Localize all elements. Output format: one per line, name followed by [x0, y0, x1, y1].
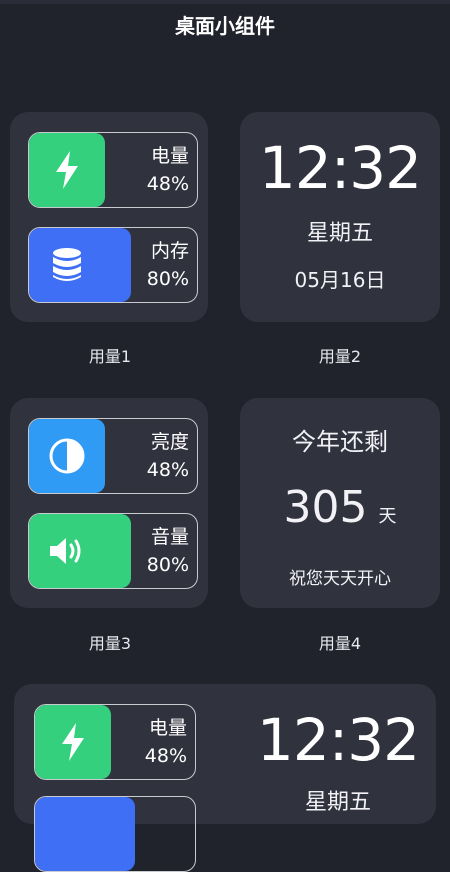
countdown-unit: 天 [378, 506, 397, 527]
clock-time-2: 12:32 [256, 706, 420, 774]
lightning-icon [35, 705, 111, 779]
brightness-value: 48% [146, 459, 189, 481]
volume-label: 音量 [150, 526, 189, 548]
clock-weekday: 星期五 [306, 221, 373, 246]
memory-value: 80% [146, 268, 189, 290]
countdown-title: 今年还剩 [292, 428, 388, 456]
countdown-note: 祝您天天开心 [289, 569, 391, 589]
lightning-icon [29, 133, 105, 207]
brightness-meter: 亮度 48% [28, 418, 198, 494]
clock-time: 12:32 [258, 134, 422, 202]
clock-weekday-2: 星期五 [304, 790, 371, 815]
battery-meter: 电量 48% [28, 132, 198, 208]
clock-widget[interactable]: 12:32 星期五 05月16日 [240, 112, 440, 322]
brightness-label: 亮度 [150, 431, 189, 453]
secondary-meter-2 [34, 796, 196, 872]
brightness-icon [29, 419, 105, 493]
battery-label: 电量 [150, 145, 189, 167]
battery-value: 48% [146, 173, 189, 195]
widget-caption-3: 用量3 [88, 634, 132, 653]
status-bar-strip [0, 0, 450, 4]
battery-meter-2: 电量 48% [34, 704, 196, 780]
widget-caption-1: 用量1 [88, 347, 132, 366]
countdown-value: 305 天 [240, 482, 440, 533]
memory-meter: 内存 80% [28, 227, 198, 303]
usage-widget-1[interactable]: 电量 48% 内存 80% [10, 112, 208, 322]
combo-widget[interactable]: 电量 48% 12:32 星期五 [14, 684, 436, 872]
database-icon [29, 228, 105, 302]
clock-date: 05月16日 [294, 268, 386, 292]
usage-widget-3[interactable]: 亮度 48% 音量 80% [10, 398, 208, 608]
year-countdown-widget[interactable]: 今年还剩 305 天 祝您天天开心 [240, 398, 440, 608]
page-title: 桌面小组件 [175, 14, 275, 38]
countdown-days: 305 [283, 482, 368, 533]
widget-caption-2: 用量2 [318, 347, 362, 366]
speaker-icon [29, 514, 105, 588]
widget-caption-4: 用量4 [318, 634, 362, 653]
battery-label-2: 电量 [148, 717, 187, 739]
volume-value: 80% [146, 554, 189, 576]
volume-meter: 音量 80% [28, 513, 198, 589]
battery-value-2: 48% [144, 745, 187, 767]
secondary-meter-2-fill [35, 797, 135, 871]
memory-label: 内存 [150, 240, 189, 262]
